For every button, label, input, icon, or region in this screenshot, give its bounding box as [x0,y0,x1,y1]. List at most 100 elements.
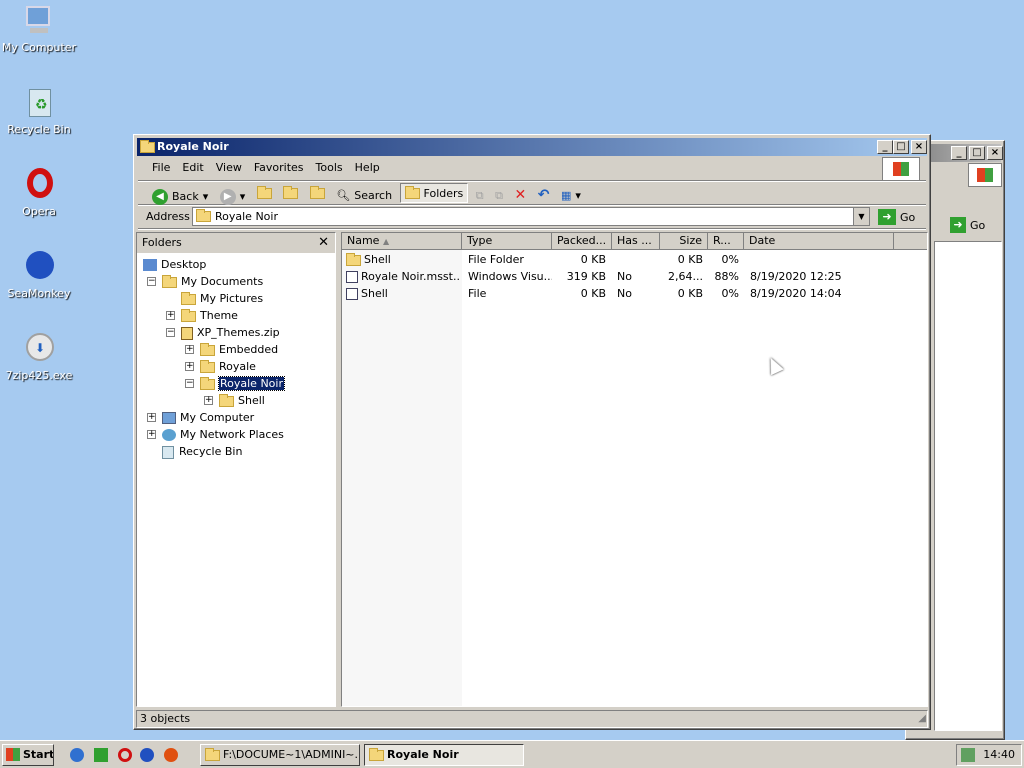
folders-button[interactable]: Folders [399,183,469,203]
desktop-icon-recycle-bin[interactable]: ♻ Recycle Bin [0,86,78,136]
maximize-button[interactable]: □ [969,146,985,160]
windows-logo-icon [977,168,993,182]
minimize-button[interactable]: _ [877,140,893,154]
menu-edit[interactable]: Edit [182,157,203,179]
address-dropdown-button[interactable]: ▼ [853,208,869,225]
tree-item-recycle-bin[interactable]: Recycle Bin [162,444,242,460]
column-header-size[interactable]: Size [660,233,708,250]
start-button[interactable]: Start [2,744,54,766]
resize-grip-icon[interactable]: ◢ [918,711,926,727]
menu-help[interactable]: Help [355,157,380,179]
tree-item-my-network-places[interactable]: My Network Places [162,427,284,443]
window-title: Royale Noir [157,140,229,153]
copy-to-button[interactable]: ⧉ [491,186,507,206]
collapse-toggle[interactable]: − [147,277,156,286]
delete-x-icon: ✕ [514,186,527,203]
background-go-button[interactable]: ➜ Go [946,215,989,235]
task-button-royale-noir[interactable]: Royale Noir [364,744,524,766]
ie-quicklaunch-icon[interactable] [70,748,84,762]
forward-button[interactable]: ▶ ▾ [216,187,250,207]
address-bar: Address Royale Noir ▼ ➜ Go [138,205,926,229]
views-icon: ▦ [560,188,572,202]
opera-quicklaunch-icon[interactable] [118,748,132,762]
clock[interactable]: 14:40 [983,745,1015,765]
network-tray-icon[interactable] [961,748,975,762]
app-quicklaunch-icon[interactable] [164,748,178,762]
folders-pane-header: Folders ✕ [137,233,335,253]
expand-toggle[interactable]: + [185,362,194,371]
column-header-has[interactable]: Has ... [612,233,660,250]
address-input[interactable]: Royale Noir ▼ [192,207,870,226]
table-row[interactable]: Royale Noir.msst... Windows Visu... 319 … [342,268,927,285]
back-button[interactable]: ◀ Back ▾ [148,187,212,207]
task-button-explorer[interactable]: F:\DOCUME~1\ADMINI~... [200,744,360,766]
undo-icon: ↶ [537,186,550,203]
tree-item-shell[interactable]: Shell [219,393,265,409]
maximize-button[interactable]: □ [893,140,909,154]
tree-item-theme[interactable]: Theme [181,308,238,324]
system-tray: 14:40 [956,744,1022,766]
tree-item-desktop[interactable]: Desktop [143,257,206,273]
views-button[interactable]: ▦ ▾ [557,185,585,205]
minimize-button[interactable]: _ [951,146,967,160]
column-header-name[interactable]: Name ▲ [342,233,462,250]
title-bar[interactable]: Royale Noir [137,138,927,156]
expand-toggle[interactable]: + [204,396,213,405]
collapse-toggle[interactable]: − [166,328,175,337]
tree-item-embedded[interactable]: Embedded [200,342,278,358]
tree-item-my-computer[interactable]: My Computer [162,410,254,426]
undo-button[interactable]: ↶ [534,185,554,205]
network-icon [162,429,176,441]
folder-icon [346,252,361,266]
folder-icon [200,359,215,373]
expand-toggle[interactable]: + [185,345,194,354]
search-button[interactable]: 🔍︎ Search [332,185,396,205]
show-desktop-icon[interactable] [94,748,108,762]
up-folder-button[interactable] [253,183,276,203]
expand-toggle[interactable]: + [147,430,156,439]
close-pane-icon[interactable]: ✕ [318,233,329,253]
seamonkey-icon [22,250,56,284]
new-folder-button[interactable] [279,183,302,203]
opera-icon [22,168,56,202]
delete-button[interactable]: ✕ [511,185,531,205]
menu-favorites[interactable]: Favorites [254,157,304,179]
menu-bar: File Edit View Favorites Tools Help [138,157,926,181]
column-header-packed[interactable]: Packed... [552,233,612,250]
collapse-toggle[interactable]: − [185,379,194,388]
desktop-icon-7zip[interactable]: ⬇ 7zip425.exe [0,332,78,382]
delete-folder-icon [309,185,325,199]
tree-item-my-documents[interactable]: My Documents [162,274,263,290]
column-header-date[interactable]: Date [744,233,894,250]
column-header-type[interactable]: Type [462,233,552,250]
folder-icon [181,291,196,305]
seamonkey-quicklaunch-icon[interactable] [140,748,154,762]
desktop-icon-seamonkey[interactable]: SeaMonkey [0,250,78,300]
explorer-window[interactable]: Royale Noir _ □ × File Edit View Favorites T… [133,134,931,730]
delete-folder-button[interactable] [306,183,329,203]
close-button[interactable]: × [911,140,927,154]
expand-toggle[interactable]: + [147,413,156,422]
folder-icon [181,308,196,322]
table-row[interactable]: Shell File Folder 0 KB 0 KB 0% [342,251,927,268]
go-arrow-icon: ➜ [878,209,896,225]
go-button[interactable]: ➜ Go [874,207,919,227]
desktop-icon-opera[interactable]: Opera [0,168,78,218]
expand-toggle[interactable]: + [166,311,175,320]
tree-item-my-pictures[interactable]: My Pictures [181,291,263,307]
menu-view[interactable]: View [216,157,242,179]
tree-item-royale[interactable]: Royale [200,359,256,375]
documents-folder-icon [162,274,177,288]
menu-tools[interactable]: Tools [316,157,343,179]
tree-item-royale-noir[interactable]: Royale Noir [200,376,285,392]
status-bar: 3 objects ◢ [136,710,928,728]
desktop-icon-my-computer[interactable]: My Computer [0,4,78,54]
tree-item-xp-themes-zip[interactable]: XP_Themes.zip [181,325,280,341]
folder-icon [205,748,220,761]
close-button[interactable]: × [987,146,1003,160]
folder-icon [140,140,155,153]
table-row[interactable]: Shell File 0 KB No 0 KB 0% 8/19/2020 14:… [342,285,927,302]
column-header-ratio[interactable]: R... [708,233,744,250]
menu-file[interactable]: File [152,157,170,179]
move-to-button[interactable]: ⧉ [472,186,488,206]
